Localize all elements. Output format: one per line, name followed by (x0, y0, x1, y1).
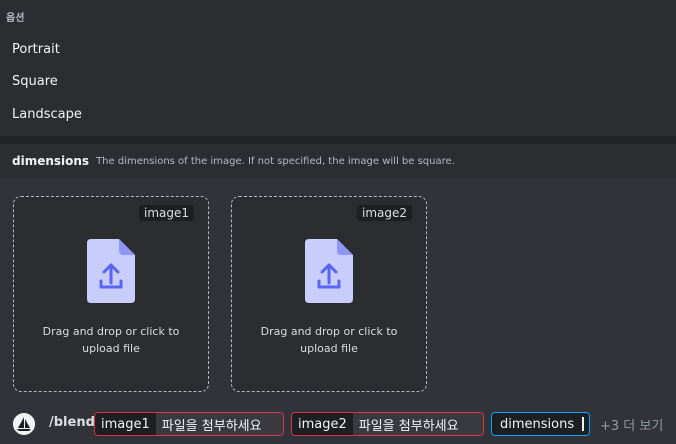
divider (0, 136, 676, 144)
upload-file-icon (87, 239, 135, 303)
option-square[interactable]: Square (12, 74, 58, 89)
param-value: 파일을 첨부하세요 (155, 413, 283, 435)
sailboat-icon (13, 413, 35, 435)
upload-zone-text: Drag and drop or click to upload file (260, 325, 398, 355)
options-popup: 옵션 Portrait Square Landscape (0, 0, 676, 136)
description-text: The dimensions of the image. If not spec… (96, 155, 455, 167)
param-image1[interactable]: image1 파일을 첨부하세요 (94, 412, 284, 436)
command-bar: /blend image1 파일을 첨부하세요 image2 파일을 첨부하세요… (0, 404, 676, 444)
param-key: image2 (292, 413, 353, 435)
upload-zone-text: Drag and drop or click to upload file (42, 325, 180, 355)
bot-avatar (13, 413, 35, 435)
upload-file-icon (305, 239, 353, 303)
param-value: 파일을 첨부하세요 (352, 413, 483, 435)
option-landscape[interactable]: Landscape (12, 107, 82, 122)
option-description: dimensions The dimensions of the image. … (0, 144, 676, 178)
upload-zone-image1[interactable]: image1 Drag and drop or click to upload … (13, 196, 209, 392)
upload-zone-tag: image2 (356, 205, 412, 221)
option-portrait[interactable]: Portrait (12, 42, 60, 57)
description-name: dimensions (12, 154, 90, 168)
param-dimensions-input[interactable]: dimensions (491, 412, 590, 436)
upload-zone-tag: image1 (138, 205, 194, 221)
param-key: dimensions (500, 416, 575, 432)
command-name: /blend (49, 415, 95, 430)
show-more-options[interactable]: +3 더 보기 (600, 415, 663, 434)
param-key: image1 (95, 413, 156, 435)
options-header: 옵션 (6, 13, 25, 24)
param-image2[interactable]: image2 파일을 첨부하세요 (291, 412, 484, 436)
upload-zone-image2[interactable]: image2 Drag and drop or click to upload … (231, 196, 427, 392)
text-caret (582, 417, 584, 431)
